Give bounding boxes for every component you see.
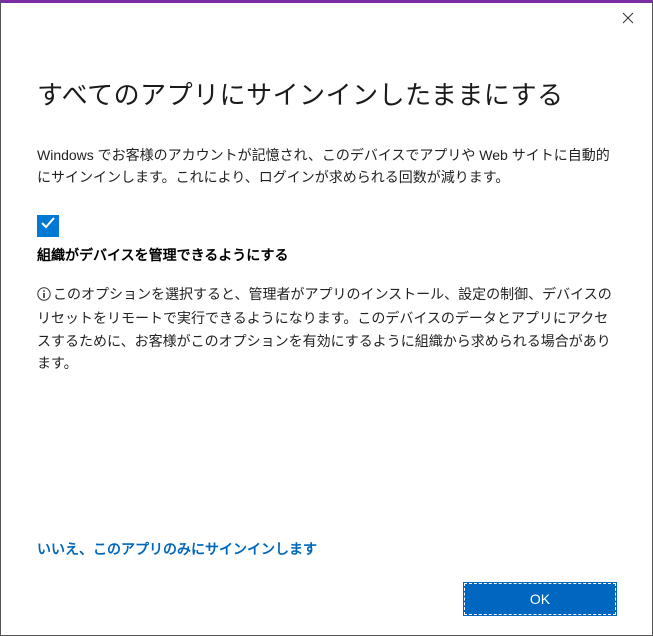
checkmark-icon xyxy=(40,215,56,236)
close-button[interactable] xyxy=(618,9,638,29)
info-icon xyxy=(37,285,51,307)
checkbox-label: 組織がデバイスを管理できるようにする xyxy=(37,245,616,265)
dialog-content: すべてのアプリにサインインしたままにする Windows でお客様のアカウントが… xyxy=(1,35,652,635)
info-paragraph: このオプションを選択すると、管理者がアプリのインストール、設定の制御、デバイスの… xyxy=(37,283,616,375)
description-text: Windows でお客様のアカウントが記憶され、このデバイスでアプリや Web … xyxy=(37,144,616,189)
titlebar xyxy=(1,3,652,35)
ok-button[interactable]: OK xyxy=(464,583,616,615)
checkbox-container xyxy=(37,215,616,237)
allow-org-manage-checkbox[interactable] xyxy=(37,215,59,237)
close-icon xyxy=(622,11,634,27)
dialog-window: すべてのアプリにサインインしたままにする Windows でお客様のアカウントが… xyxy=(0,0,653,636)
page-title: すべてのアプリにサインインしたままにする xyxy=(37,75,616,112)
footer: OK xyxy=(37,583,616,615)
info-text: このオプションを選択すると、管理者がアプリのインストール、設定の制御、デバイスの… xyxy=(37,286,612,371)
spacer xyxy=(37,374,616,539)
sign-in-this-app-only-link[interactable]: いいえ、このアプリのみにサインインします xyxy=(37,539,616,559)
